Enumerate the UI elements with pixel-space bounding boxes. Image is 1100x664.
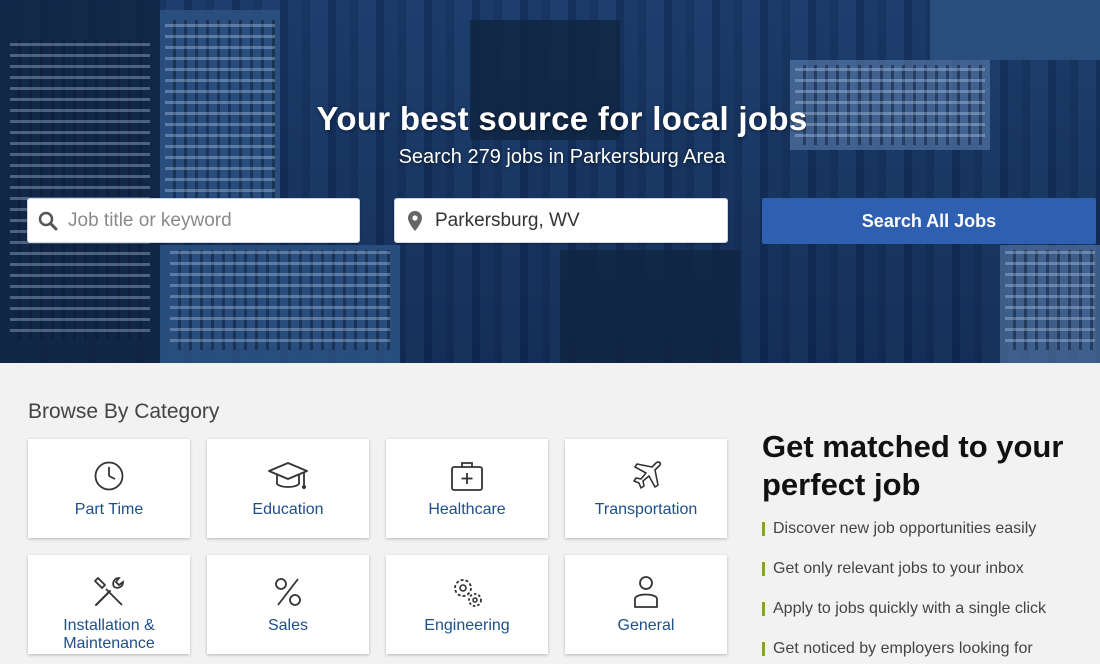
- category-transportation[interactable]: Transportation: [565, 439, 727, 538]
- percent-icon: [273, 575, 303, 609]
- location-field[interactable]: [394, 198, 728, 243]
- match-heading: Get matched to your perfect job: [762, 429, 1064, 502]
- benefits-list: Discover new job opportunities easily Ge…: [762, 517, 1092, 664]
- benefit-text: Get only relevant jobs to your inbox: [773, 560, 1024, 577]
- bullet-bar: [762, 562, 765, 576]
- bullet-bar: [762, 642, 765, 656]
- benefit-text: Get noticed by employers looking for: [773, 640, 1033, 657]
- category-label: General: [617, 617, 675, 634]
- category-general[interactable]: General: [565, 555, 727, 654]
- category-education[interactable]: Education: [207, 439, 369, 538]
- skyline-building: [560, 250, 740, 363]
- search-all-jobs-button[interactable]: Search All Jobs: [762, 198, 1096, 244]
- list-item: Get noticed by employers looking for: [762, 637, 1092, 664]
- hero-banner: Your best source for local jobs Search 2…: [0, 0, 1100, 363]
- list-item: Apply to jobs quickly with a single clic…: [762, 597, 1092, 637]
- gears-icon: [450, 575, 484, 609]
- category-part-time[interactable]: Part Time: [28, 439, 190, 538]
- tools-icon: [92, 575, 126, 609]
- list-item: Discover new job opportunities easily: [762, 517, 1092, 557]
- category-label: Transportation: [594, 501, 698, 518]
- browse-category-heading: Browse By Category: [28, 400, 220, 423]
- bullet-bar: [762, 602, 765, 616]
- map-pin-icon: [395, 210, 435, 232]
- category-label: Sales: [267, 617, 309, 634]
- graduation-cap-icon: [267, 459, 309, 493]
- category-label: Education: [252, 501, 324, 518]
- category-healthcare[interactable]: Healthcare: [386, 439, 548, 538]
- medical-kit-icon: [450, 459, 484, 493]
- bullet-bar: [762, 522, 765, 536]
- location-input[interactable]: [435, 199, 727, 242]
- person-icon: [633, 575, 659, 609]
- category-label: Installation & Maintenance: [63, 617, 155, 652]
- category-sales[interactable]: Sales: [207, 555, 369, 654]
- skyline-windows: [170, 250, 390, 350]
- airplane-icon: [629, 459, 663, 493]
- category-label: Healthcare: [428, 501, 506, 518]
- skyline-windows: [1005, 250, 1095, 350]
- category-label: Part Time: [74, 501, 144, 518]
- category-installation-maintenance[interactable]: Installation & Maintenance: [28, 555, 190, 654]
- category-label: Engineering: [424, 617, 510, 634]
- keyword-input[interactable]: [68, 199, 359, 242]
- category-engineering[interactable]: Engineering: [386, 555, 548, 654]
- list-item: Get only relevant jobs to your inbox: [762, 557, 1092, 597]
- skyline-windows: [10, 40, 150, 340]
- benefit-text: Discover new job opportunities easily: [773, 520, 1037, 537]
- hero-subtitle: Search 279 jobs in Parkersburg Area: [398, 146, 726, 168]
- search-icon: [28, 211, 68, 231]
- keyword-field[interactable]: [27, 198, 360, 243]
- clock-icon: [93, 459, 125, 493]
- skyline-building: [930, 0, 1100, 60]
- hero-title: Your best source for local jobs: [316, 100, 808, 137]
- benefit-text: Apply to jobs quickly with a single clic…: [773, 600, 1047, 617]
